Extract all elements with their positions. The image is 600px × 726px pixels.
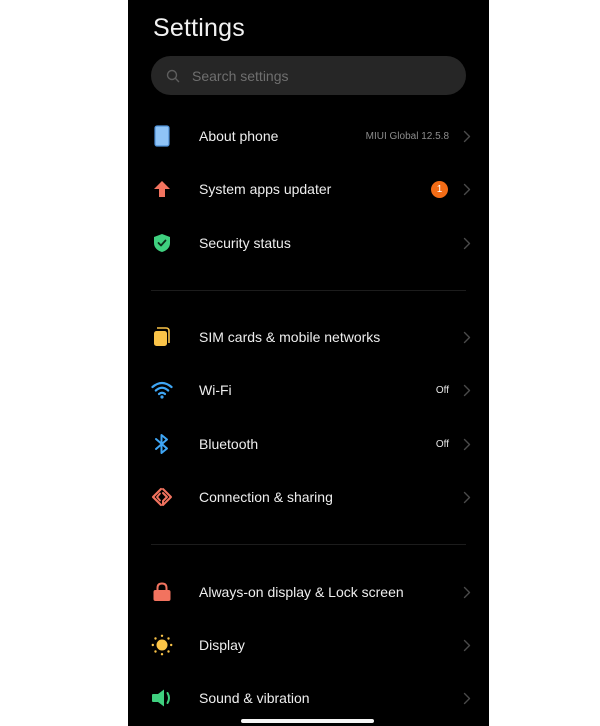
chevron-right-icon	[462, 437, 472, 451]
chevron-right-icon	[462, 638, 472, 652]
lock-icon	[150, 580, 174, 604]
connection-sharing-icon	[150, 485, 174, 509]
settings-item-connection-sharing[interactable]: Connection & sharing	[128, 471, 489, 523]
sim-card-icon	[150, 325, 174, 349]
settings-item-label: About phone	[199, 128, 279, 144]
search-icon	[164, 67, 182, 85]
settings-item-label: Display	[199, 637, 245, 653]
chevron-right-icon	[462, 490, 472, 504]
wifi-status-value: Off	[435, 384, 449, 396]
settings-item-label: SIM cards & mobile networks	[199, 329, 381, 345]
chevron-right-icon	[462, 129, 472, 143]
wifi-icon	[150, 378, 174, 402]
bluetooth-status-value: Off	[435, 438, 449, 450]
arrow-up-icon	[150, 177, 174, 201]
chevron-right-icon	[462, 383, 472, 397]
search-bar[interactable]	[151, 56, 466, 95]
settings-item-sim-cards[interactable]: SIM cards & mobile networks	[128, 311, 489, 363]
home-indicator-bar[interactable]	[241, 719, 374, 723]
update-count-badge: 1	[431, 180, 448, 198]
bluetooth-icon	[150, 432, 174, 456]
settings-item-security-status[interactable]: Security status	[128, 217, 489, 269]
settings-item-label: Always-on display & Lock screen	[199, 584, 404, 600]
sun-icon	[150, 633, 174, 657]
section-divider	[151, 544, 466, 545]
phone-icon	[150, 124, 174, 148]
settings-item-label: Sound & vibration	[199, 690, 310, 706]
chevron-right-icon	[462, 236, 472, 250]
settings-item-bluetooth[interactable]: Bluetooth Off	[128, 418, 489, 470]
search-input[interactable]	[192, 67, 452, 84]
settings-item-lock-screen[interactable]: Always-on display & Lock screen	[128, 566, 489, 618]
chevron-right-icon	[462, 182, 472, 196]
shield-check-icon	[150, 231, 174, 255]
settings-item-label: Security status	[199, 235, 291, 251]
settings-screen: Settings About phone MIUI Global 12.5.8	[128, 0, 489, 726]
settings-item-label: Connection & sharing	[199, 489, 333, 505]
section-divider	[151, 290, 466, 291]
speaker-icon	[150, 686, 174, 710]
page-title: Settings	[153, 14, 245, 42]
chevron-right-icon	[462, 691, 472, 705]
settings-item-system-apps-updater[interactable]: System apps updater 1	[128, 163, 489, 215]
settings-item-label: System apps updater	[199, 181, 332, 197]
chevron-right-icon	[462, 585, 472, 599]
settings-item-label: Bluetooth	[199, 436, 259, 452]
settings-item-wifi[interactable]: Wi-Fi Off	[128, 364, 489, 416]
miui-version-value: MIUI Global 12.5.8	[365, 130, 449, 142]
settings-item-display[interactable]: Display	[128, 619, 489, 671]
settings-item-about-phone[interactable]: About phone MIUI Global 12.5.8	[128, 110, 489, 162]
settings-item-sound-vibration[interactable]: Sound & vibration	[128, 672, 489, 724]
chevron-right-icon	[462, 330, 472, 344]
settings-item-label: Wi-Fi	[199, 382, 232, 398]
